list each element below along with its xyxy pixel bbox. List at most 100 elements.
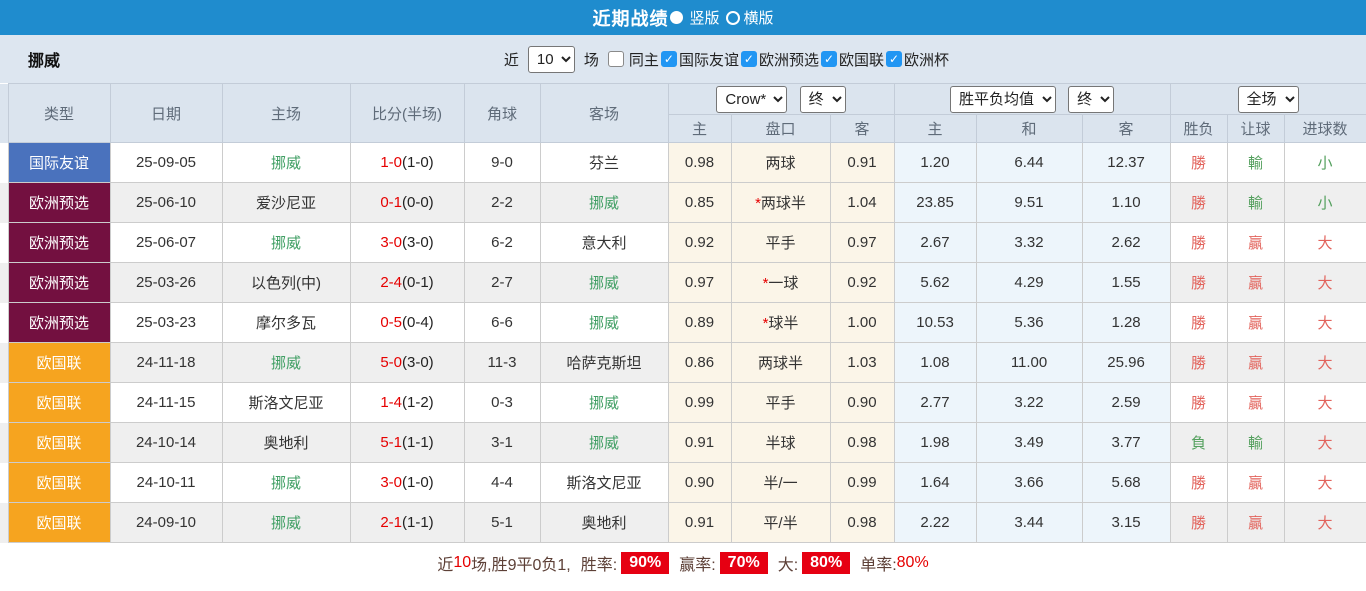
- draw-odds: 4.29: [976, 263, 1082, 303]
- page-title: 近期战绩: [592, 5, 668, 31]
- match-date: 25-09-05: [110, 143, 222, 183]
- recent-count-select[interactable]: 10: [528, 46, 575, 73]
- home-win-odds: 1.98: [894, 423, 976, 463]
- halftime-score: (1-0): [402, 154, 434, 171]
- table-row: 欧洲预选25-03-23摩尔多瓦0-5(0-4)6-6挪威0.89*球半1.00…: [0, 303, 1366, 343]
- layout-option-horizontal[interactable]: 横版: [726, 7, 774, 28]
- handicap-away-odds: 1.04: [830, 183, 894, 223]
- handicap-home-odds: 0.99: [668, 383, 731, 423]
- home-team: 挪威: [222, 463, 350, 503]
- handicap-line: 两球半: [731, 343, 830, 383]
- handicap-home-odds: 0.98: [668, 143, 731, 183]
- home-win-odds: 5.62: [894, 263, 976, 303]
- europe-odds-controls: 胜平负均值 终: [894, 84, 1170, 115]
- result-scope-select[interactable]: 全场: [1238, 86, 1299, 113]
- same-home-checkbox[interactable]: [608, 51, 624, 67]
- corners: 4-4: [464, 463, 540, 503]
- fulltime-score: 3-0: [380, 234, 402, 251]
- away-win-odds: 1.55: [1082, 263, 1170, 303]
- home-win-odds: 1.64: [894, 463, 976, 503]
- summary-footer: 近 10 场,胜9平0负1, 胜率:90%赢率:70%大:80%单率:80%: [0, 543, 1366, 583]
- stat-label: 大:: [778, 551, 798, 575]
- home-win-odds: 10.53: [894, 303, 976, 343]
- table-row: 欧国联24-11-15斯洛文尼亚1-4(1-2)0-3挪威0.99平手0.902…: [0, 383, 1366, 423]
- score-halftime: 1-4(1-2): [350, 383, 464, 423]
- subcol-handicap-away: 客: [830, 115, 894, 143]
- match-date: 25-03-26: [110, 263, 222, 303]
- radio-selected-icon[interactable]: [670, 11, 683, 24]
- row-gutter: [0, 343, 8, 383]
- recent-suffix-label: 场: [584, 49, 599, 70]
- handicap-result: 贏: [1227, 503, 1284, 543]
- goals-result: 大: [1284, 223, 1366, 263]
- fulltime-score: 1-4: [380, 394, 402, 411]
- competition-badge: 欧国联: [8, 503, 110, 543]
- handicap-away-odds: 0.99: [830, 463, 894, 503]
- competition-checkbox-friendly[interactable]: ✓: [661, 51, 677, 67]
- away-team: 挪威: [540, 383, 668, 423]
- home-win-odds: 2.67: [894, 223, 976, 263]
- filters: 近 10 场 同主 ✓ 国际友谊 ✓ 欧洲预选 ✓ 欧国联 ✓ 欧洲杯: [503, 46, 950, 73]
- stat-value: 80%: [897, 554, 929, 572]
- odds-company-select[interactable]: Crow*: [716, 86, 787, 113]
- home-team: 挪威: [222, 343, 350, 383]
- col-header-date: 日期: [110, 84, 222, 143]
- handicap-away-odds: 0.98: [830, 423, 894, 463]
- handicap-result: 贏: [1227, 263, 1284, 303]
- competition-checkbox-euro-qualifier[interactable]: ✓: [741, 51, 757, 67]
- match-date: 25-06-10: [110, 183, 222, 223]
- subcol-europe-draw: 和: [976, 115, 1082, 143]
- competition-badge: 欧洲预选: [8, 183, 110, 223]
- radio-unselected-icon[interactable]: [726, 11, 740, 25]
- handicap-result: 贏: [1227, 383, 1284, 423]
- goals-result: 大: [1284, 303, 1366, 343]
- corners: 11-3: [464, 343, 540, 383]
- away-win-odds: 3.77: [1082, 423, 1170, 463]
- handicap-line: 平手: [731, 383, 830, 423]
- handicap-star: *: [763, 315, 769, 332]
- competition-checkbox-nations-league[interactable]: ✓: [821, 51, 837, 67]
- score-halftime: 1-0(1-0): [350, 143, 464, 183]
- fulltime-score: 0-5: [380, 314, 402, 331]
- win-loss-result: 勝: [1170, 183, 1227, 223]
- europe-odds-type-select[interactable]: 胜平负均值: [950, 86, 1056, 113]
- row-gutter: [0, 143, 8, 183]
- draw-odds: 9.51: [976, 183, 1082, 223]
- odds-time-select[interactable]: 终: [800, 86, 846, 113]
- handicap-result: 輸: [1227, 143, 1284, 183]
- fulltime-score: 2-1: [380, 514, 402, 531]
- table-row: 欧国联24-09-10挪威2-1(1-1)5-1奥地利0.91平/半0.982.…: [0, 503, 1366, 543]
- row-gutter: [0, 263, 8, 303]
- corners: 9-0: [464, 143, 540, 183]
- draw-odds: 3.44: [976, 503, 1082, 543]
- summary-prefix: 近: [437, 551, 453, 575]
- table-row: 欧洲预选25-06-10爱沙尼亚0-1(0-0)2-2挪威0.85*两球半1.0…: [0, 183, 1366, 223]
- home-team: 摩尔多瓦: [222, 303, 350, 343]
- win-loss-result: 勝: [1170, 143, 1227, 183]
- goals-result: 大: [1284, 503, 1366, 543]
- stat-label: 赢率:: [679, 551, 715, 575]
- home-win-odds: 1.20: [894, 143, 976, 183]
- europe-time-select[interactable]: 终: [1068, 86, 1114, 113]
- handicap-line: 平手: [731, 223, 830, 263]
- recent-prefix-label: 近: [504, 49, 519, 70]
- row-gutter: [0, 423, 8, 463]
- win-loss-result: 勝: [1170, 223, 1227, 263]
- subcol-goals-result: 进球数: [1284, 115, 1366, 143]
- score-halftime: 2-1(1-1): [350, 503, 464, 543]
- halftime-score: (0-0): [402, 194, 434, 211]
- halftime-score: (1-1): [402, 514, 434, 531]
- layout-option-vertical[interactable]: 竖版: [674, 7, 719, 28]
- away-win-odds: 2.59: [1082, 383, 1170, 423]
- radio-horizontal-label[interactable]: 横版: [744, 7, 774, 28]
- competition-label-euro-cup: 欧洲杯: [904, 49, 949, 70]
- competition-label-euro-qualifier: 欧洲预选: [759, 49, 819, 70]
- away-win-odds: 1.10: [1082, 183, 1170, 223]
- competition-checkbox-euro-cup[interactable]: ✓: [886, 51, 902, 67]
- draw-odds: 3.49: [976, 423, 1082, 463]
- radio-vertical-label[interactable]: 竖版: [689, 7, 719, 28]
- table-row: 欧国联24-10-14奥地利5-1(1-1)3-1挪威0.91半球0.981.9…: [0, 423, 1366, 463]
- score-halftime: 3-0(3-0): [350, 223, 464, 263]
- halftime-score: (0-1): [402, 274, 434, 291]
- away-team: 挪威: [540, 183, 668, 223]
